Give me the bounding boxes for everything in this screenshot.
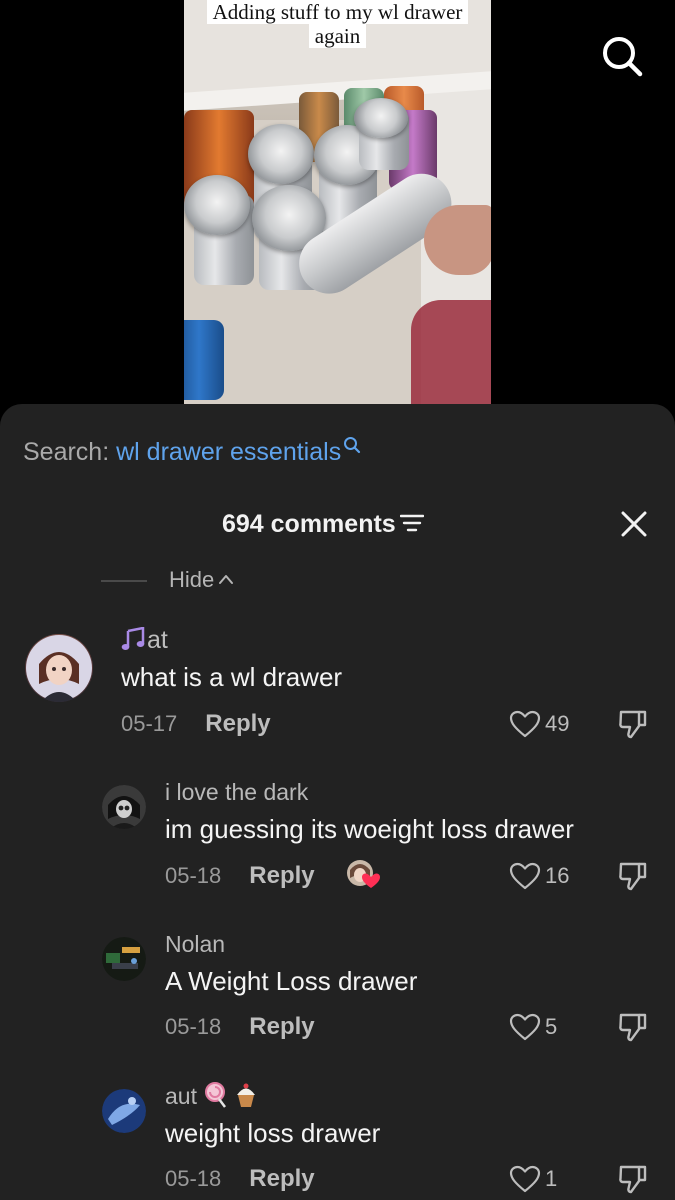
video-scene-red-object bbox=[411, 300, 491, 404]
video-scene-hand bbox=[424, 205, 491, 275]
dislike-button[interactable] bbox=[617, 860, 649, 892]
like-button[interactable]: 5 bbox=[509, 1013, 557, 1041]
avatar[interactable] bbox=[102, 1089, 146, 1133]
dislike-button[interactable] bbox=[617, 1163, 649, 1195]
comment-meta: 05-17 Reply bbox=[121, 710, 271, 738]
comments-count[interactable]: 694 comments bbox=[222, 508, 424, 540]
search-button[interactable] bbox=[598, 32, 646, 80]
like-count: 16 bbox=[545, 863, 570, 888]
creator-avatar-heart-icon bbox=[347, 860, 380, 888]
chevron-up-icon bbox=[219, 575, 234, 584]
like-count: 5 bbox=[545, 1014, 558, 1039]
video-scene-can-top bbox=[248, 124, 314, 184]
comment-text: A Weight Loss drawer bbox=[165, 966, 418, 996]
comment-username[interactable]: at bbox=[121, 626, 168, 654]
comment-date: 05-18 bbox=[165, 1014, 222, 1039]
comment-meta: 05-18 Reply bbox=[165, 862, 315, 890]
thumbs-down-icon bbox=[619, 1165, 647, 1194]
liked-by-creator-badge bbox=[345, 858, 381, 890]
search-icon bbox=[344, 437, 361, 454]
avatar[interactable] bbox=[102, 785, 146, 829]
search-suggestion-label: Search: bbox=[23, 438, 117, 466]
avatar-image bbox=[102, 785, 146, 829]
search-suggestion[interactable]: Search: wl drawer essentials bbox=[23, 436, 361, 468]
comment-username[interactable]: i love the dark bbox=[165, 778, 308, 806]
comment-date: 05-17 bbox=[121, 711, 178, 736]
comment-text: what is a wl drawer bbox=[121, 662, 343, 692]
thumbs-down-icon bbox=[619, 710, 647, 739]
heart-icon bbox=[509, 710, 541, 738]
video-scene-can bbox=[184, 320, 224, 400]
heart-icon bbox=[509, 1013, 541, 1041]
heart-icon bbox=[509, 862, 541, 890]
hide-replies-button[interactable]: Hide bbox=[101, 566, 234, 594]
cupcake-icon bbox=[236, 1083, 255, 1107]
reply-button[interactable]: Reply bbox=[205, 710, 270, 737]
comment-text: im guessing its woeight loss drawer bbox=[165, 814, 574, 844]
like-button[interactable]: 16 bbox=[509, 862, 569, 890]
video-caption: Adding stuff to my wl drawer again bbox=[200, 0, 475, 48]
sort-filter-icon bbox=[399, 514, 424, 532]
comment-text: weight loss drawer bbox=[165, 1118, 381, 1148]
search-suggestion-term[interactable]: wl drawer essentials bbox=[116, 438, 341, 466]
heart-icon bbox=[509, 1165, 541, 1193]
like-count: 1 bbox=[545, 1166, 558, 1191]
avatar[interactable] bbox=[102, 937, 146, 981]
search-icon bbox=[603, 37, 643, 77]
like-button[interactable]: 49 bbox=[509, 710, 569, 738]
dislike-button[interactable] bbox=[617, 708, 649, 740]
avatar-image bbox=[102, 937, 146, 981]
reply-button[interactable]: Reply bbox=[249, 862, 314, 889]
avatar[interactable] bbox=[25, 634, 93, 702]
like-button[interactable]: 1 bbox=[509, 1165, 557, 1193]
video-scene-can-top bbox=[354, 98, 408, 138]
comment-username[interactable]: Nolan bbox=[165, 930, 225, 958]
reply-button[interactable]: Reply bbox=[249, 1165, 314, 1192]
divider bbox=[101, 580, 147, 583]
comment-date: 05-18 bbox=[165, 863, 222, 888]
video-frame[interactable] bbox=[184, 0, 491, 404]
comment-date: 05-18 bbox=[165, 1166, 222, 1191]
dislike-button[interactable] bbox=[617, 1011, 649, 1043]
video-scene-can-top bbox=[184, 175, 250, 235]
reply-button[interactable]: Reply bbox=[249, 1013, 314, 1040]
comment-username[interactable]: aut bbox=[165, 1082, 258, 1110]
like-count: 49 bbox=[545, 711, 570, 736]
comment-meta: 05-18 Reply bbox=[165, 1013, 315, 1041]
lollipop-icon bbox=[205, 1082, 227, 1108]
avatar-image bbox=[102, 1089, 146, 1133]
thumbs-down-icon bbox=[619, 1013, 647, 1042]
thumbs-down-icon bbox=[619, 862, 647, 891]
close-icon bbox=[621, 511, 647, 537]
music-note-icon bbox=[121, 626, 145, 650]
comment-meta: 05-18 Reply bbox=[165, 1165, 315, 1193]
close-comments-button[interactable] bbox=[620, 510, 648, 538]
avatar-image bbox=[26, 635, 92, 702]
